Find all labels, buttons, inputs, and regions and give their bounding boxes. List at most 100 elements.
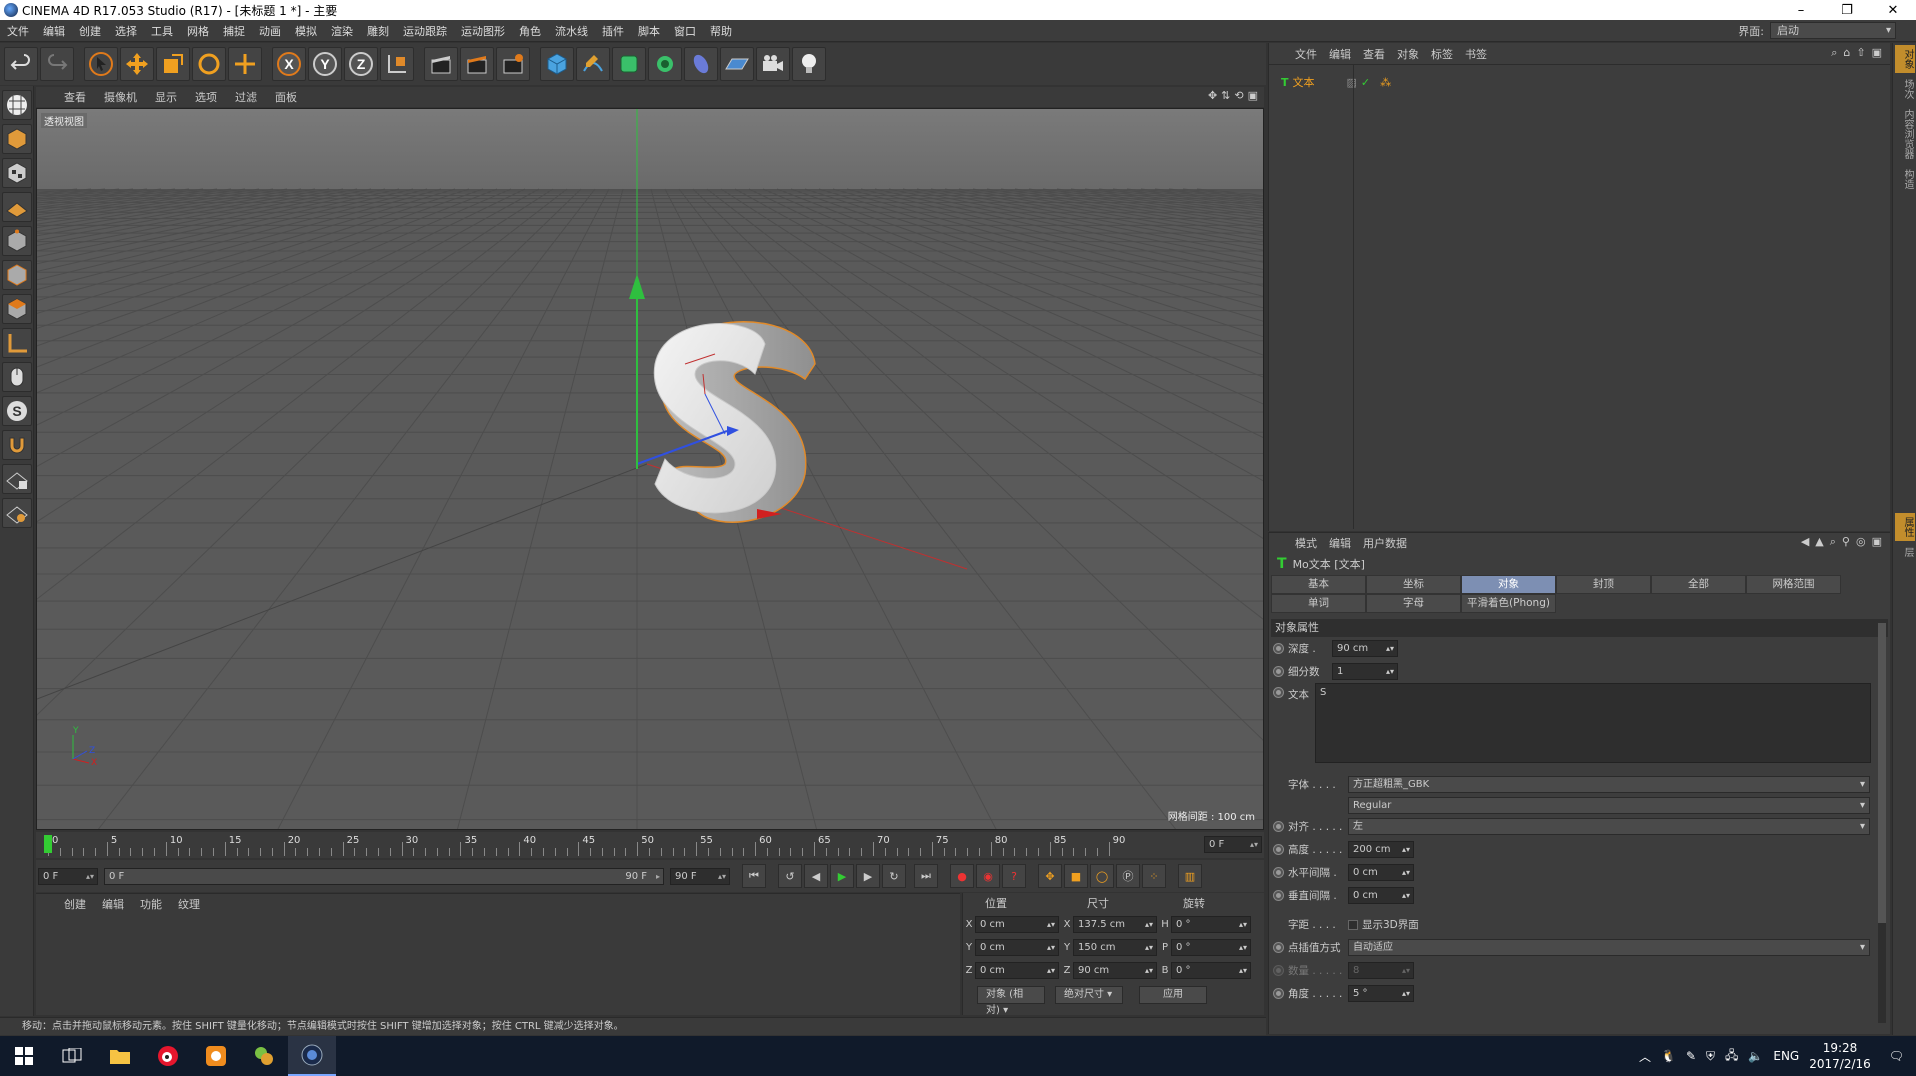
- record-keys-button[interactable]: ●: [950, 864, 974, 888]
- subdiv-field[interactable]: 1 ▴▾: [1332, 663, 1398, 680]
- array-button[interactable]: [648, 47, 682, 81]
- x-axis-lock-button[interactable]: X: [272, 47, 306, 81]
- settings-icon[interactable]: ◎: [1856, 535, 1866, 549]
- polygons-mode-button[interactable]: [2, 294, 32, 324]
- cinema4d-taskbar[interactable]: [288, 1036, 336, 1076]
- edges-mode-button[interactable]: [2, 260, 32, 290]
- render-picture-viewer-button[interactable]: [460, 47, 494, 81]
- obj-menu-objects[interactable]: 对象: [1391, 46, 1425, 62]
- mat-menu-edit[interactable]: 编辑: [94, 896, 132, 912]
- key-position-button[interactable]: ✥: [1038, 864, 1062, 888]
- menu-script[interactable]: 脚本: [631, 23, 667, 39]
- menu-character[interactable]: 角色: [512, 23, 548, 39]
- animate-radio[interactable]: [1273, 890, 1284, 901]
- texture-mode-button[interactable]: [2, 158, 32, 188]
- tray-expand-icon[interactable]: ︿: [1639, 1048, 1651, 1065]
- vspace-field[interactable]: 0 cm ▴▾: [1348, 887, 1414, 904]
- obj-menu-file[interactable]: 文件: [1289, 46, 1323, 62]
- menu-file[interactable]: 文件: [0, 23, 36, 39]
- light-button[interactable]: [792, 47, 826, 81]
- menu-plugins[interactable]: 插件: [595, 23, 631, 39]
- maximize-view-icon[interactable]: ▣: [1248, 89, 1258, 102]
- object-row-text[interactable]: T 文本 ▨ ✓ ⁂: [1271, 73, 1885, 91]
- apply-button[interactable]: 应用: [1139, 986, 1207, 1004]
- autokey-button[interactable]: ◉: [976, 864, 1000, 888]
- height-field[interactable]: 200 cm ▴▾: [1348, 841, 1414, 858]
- tab-coordinates[interactable]: 坐标: [1366, 575, 1461, 594]
- mat-menu-create[interactable]: 创建: [56, 896, 94, 912]
- animate-radio[interactable]: [1273, 821, 1284, 832]
- menu-window[interactable]: 窗口: [667, 23, 703, 39]
- minimize-button[interactable]: –: [1778, 0, 1824, 20]
- move-tool-button[interactable]: [120, 47, 154, 81]
- text-input[interactable]: S: [1315, 683, 1871, 763]
- pan-icon[interactable]: ✥: [1208, 89, 1217, 102]
- align-dropdown[interactable]: 左: [1348, 818, 1870, 835]
- volume-icon[interactable]: 🔈: [1748, 1049, 1763, 1063]
- key-rotation-button[interactable]: ◯: [1090, 864, 1114, 888]
- timeline-ruler[interactable]: 0 5 10 15 20 25 30 35 40 45 50 55 60 65 70 75 80 85 90 0 F…: [36, 832, 1264, 858]
- shield-icon[interactable]: ⛨: [1706, 1049, 1715, 1064]
- menu-sculpt[interactable]: 雕刻: [360, 23, 396, 39]
- attr-scrollbar[interactable]: [1878, 623, 1886, 1023]
- tab-phong[interactable]: 平滑着色(Phong): [1461, 594, 1556, 613]
- menu-edit[interactable]: 编辑: [36, 23, 72, 39]
- dolly-icon[interactable]: ⇅: [1221, 89, 1230, 102]
- font-dropdown[interactable]: 方正超粗黑_GBK: [1348, 776, 1870, 793]
- clock[interactable]: 19:28 2017/2/16: [1809, 1040, 1871, 1072]
- live-select-button[interactable]: [84, 47, 118, 81]
- vp-menu-filter[interactable]: 过滤: [227, 89, 265, 105]
- tab-basic[interactable]: 基本: [1271, 575, 1366, 594]
- angle-field[interactable]: 5 ° ▴▾: [1348, 985, 1414, 1002]
- keyframe-selection-button[interactable]: ?: [1002, 864, 1026, 888]
- timeline-window-button[interactable]: ▥: [1178, 864, 1202, 888]
- vp-menu-camera[interactable]: 摄像机: [96, 89, 145, 105]
- lock-icon[interactable]: ⚲: [1842, 535, 1850, 549]
- key-scale-button[interactable]: ■: [1064, 864, 1088, 888]
- animate-radio[interactable]: [1273, 687, 1284, 698]
- hspace-field[interactable]: 0 cm ▴▾: [1348, 864, 1414, 881]
- tab-words[interactable]: 单词: [1271, 594, 1366, 613]
- prev-frame-button[interactable]: ◀: [804, 864, 828, 888]
- planar-workplane-button[interactable]: [2, 498, 32, 528]
- search-icon[interactable]: ⌕: [1830, 535, 1836, 549]
- file-explorer-taskbar[interactable]: [96, 1036, 144, 1076]
- prev-key-button[interactable]: ↺: [778, 864, 802, 888]
- menu-create[interactable]: 创建: [72, 23, 108, 39]
- vp-menu-panel[interactable]: 面板: [267, 89, 305, 105]
- layout-dropdown[interactable]: 启动: [1770, 22, 1896, 39]
- menu-mesh[interactable]: 网格: [180, 23, 216, 39]
- timeline-playhead[interactable]: [44, 835, 52, 853]
- orbit-icon[interactable]: ⟲: [1234, 89, 1243, 102]
- next-key-button[interactable]: ↻: [882, 864, 906, 888]
- undo-button[interactable]: [4, 47, 38, 81]
- frame-range-slider[interactable]: 0 F 90 F ▸: [104, 867, 664, 885]
- enabled-check-icon[interactable]: ✓: [1361, 76, 1370, 89]
- menu-mograph[interactable]: 运动图形: [454, 23, 512, 39]
- end-frame-field[interactable]: 90 F ▴▾: [670, 867, 730, 885]
- z-axis-lock-button[interactable]: Z: [344, 47, 378, 81]
- position-z-field[interactable]: 0 cm ▴▾: [975, 962, 1059, 979]
- go-to-end-button[interactable]: ⏭: [914, 864, 938, 888]
- position-y-field[interactable]: 0 cm ▴▾: [975, 939, 1059, 956]
- phong-tag-icon[interactable]: ⁂: [1380, 76, 1391, 89]
- obj-menu-tags[interactable]: 标签: [1425, 46, 1459, 62]
- obj-menu-edit[interactable]: 编辑: [1323, 46, 1357, 62]
- vtab-layers[interactable]: 层: [1895, 543, 1915, 561]
- maximize-button[interactable]: ❐: [1824, 0, 1870, 20]
- lock-workplane-button[interactable]: [2, 464, 32, 494]
- redo-button[interactable]: [40, 47, 74, 81]
- magnet-button[interactable]: [2, 430, 32, 460]
- menu-help[interactable]: 帮助: [703, 23, 739, 39]
- menu-select[interactable]: 选择: [108, 23, 144, 39]
- coordinate-system-button[interactable]: [380, 47, 414, 81]
- app-taskbar[interactable]: [192, 1036, 240, 1076]
- interp-dropdown[interactable]: 自动适应: [1348, 939, 1870, 956]
- animate-radio[interactable]: [1273, 867, 1284, 878]
- snap-button[interactable]: S: [2, 396, 32, 426]
- subdivision-button[interactable]: [612, 47, 646, 81]
- object-name[interactable]: 文本: [1293, 74, 1343, 90]
- attr-menu-userdata[interactable]: 用户数据: [1357, 535, 1413, 551]
- tab-grid-range[interactable]: 网格范围: [1746, 575, 1841, 594]
- vp-menu-options[interactable]: 选项: [187, 89, 225, 105]
